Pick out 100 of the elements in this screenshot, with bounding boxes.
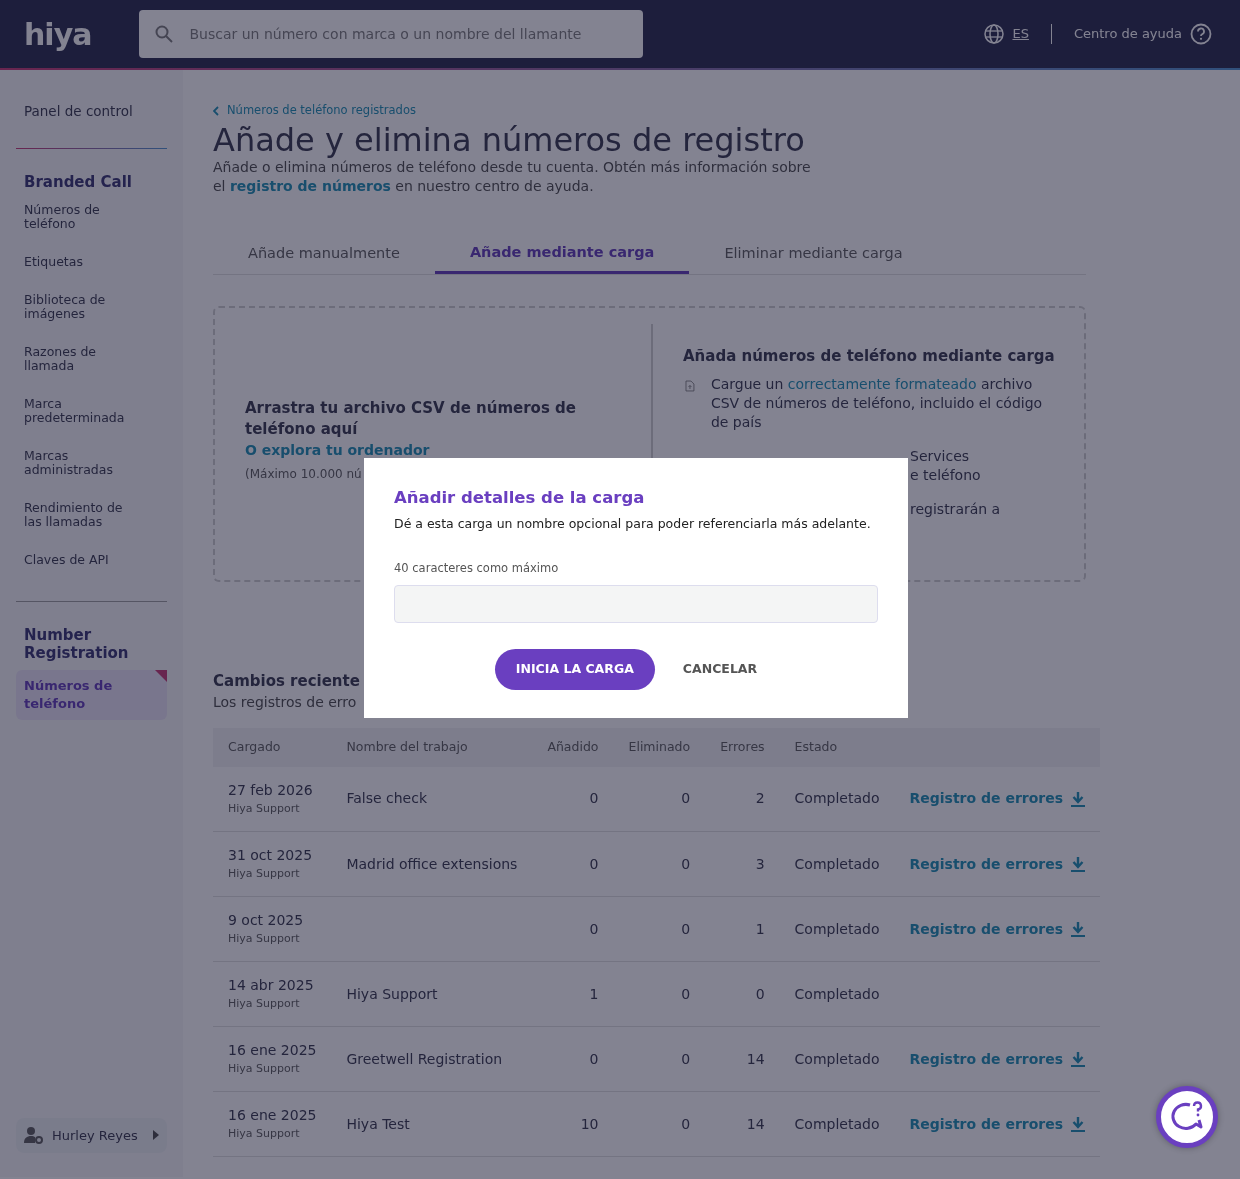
count-text: 10 [580,1115,599,1132]
start-upload-button[interactable]: INICIA LA CARGA [494,648,655,690]
count-text: 2 [755,790,765,807]
sidebar-section-title: Number Registration [23,626,130,662]
user-gear-icon [24,1126,44,1145]
status-text: Completado [794,855,880,872]
job-name: Hiya Support [346,985,438,1002]
uploader-text: Hiya Support [228,1126,301,1143]
job-name: False check [346,790,428,807]
sidebar-item[interactable]: Marca predeterminada [16,393,144,429]
count-text: 1 [589,985,599,1002]
chevron-left-icon [213,106,219,116]
sidebar-item[interactable]: Números de teléfono [16,670,167,720]
job-name: Hiya Test [346,1115,410,1132]
status-text: Completado [794,1115,880,1132]
date-text: 27 feb 2026 [228,781,314,800]
page-title: Añade y elimina números de registro [213,121,806,158]
count-text: 14 [746,1115,765,1132]
error-log-link[interactable]: Registro de errores [909,1113,1086,1135]
download-icon [1071,921,1086,937]
sidebar-item[interactable]: Números de teléfono [16,199,144,235]
browse-link[interactable]: O explora tu ordenador [245,439,430,461]
date-text: 16 ene 2025 [228,1106,317,1126]
status-text: Completado [794,920,880,937]
sidebar-item[interactable]: Rendimiento de las llamadas [16,497,144,533]
uploader-text: Hiya Support [228,801,301,817]
status-text: Completado [794,985,880,1002]
user-menu[interactable]: Hurley Reyes [16,1117,167,1153]
help-link[interactable]: Centro de ayuda [1073,24,1182,44]
tab[interactable]: Añade mediante carga [434,235,690,275]
column-header: Estado [779,727,895,767]
count-text: 0 [681,920,691,937]
date-text: 31 oct 2025 [228,846,314,866]
column-header: Nombre del trabajo [331,727,533,767]
column-header: Eliminado [613,727,706,767]
uploader-text: Hiya Support [228,996,301,1013]
step-text: e teléfono [910,466,982,486]
breadcrumb-link[interactable]: Números de teléfono registrados [213,102,416,120]
chat-button[interactable] [1156,1086,1218,1148]
count-text: 14 [746,1050,765,1067]
section-title: Cambios reciente [213,671,360,693]
count-text: 0 [755,985,765,1002]
cancel-button[interactable]: CANCELAR [662,648,778,690]
language-link[interactable]: ES [1012,24,1029,44]
corner-mark [155,670,167,682]
format-link[interactable]: correctamente formateado [787,376,977,393]
error-log-link[interactable]: Registro de errores [909,853,1086,875]
count-text: 0 [589,790,599,807]
sidebar-item[interactable]: Panel de control [16,100,144,122]
sidebar-item[interactable]: Etiquetas [16,251,144,273]
count-text: 0 [589,920,599,937]
status-text: Completado [794,1050,880,1067]
download-icon [1071,856,1086,872]
dialog-title: Añadir detalles de la carga [394,487,646,509]
count-text: 0 [589,1050,599,1067]
count-text: 0 [681,855,691,872]
count-text: 3 [755,855,765,872]
job-name: Madrid office extensions [346,855,518,872]
error-log-link[interactable]: Registro de errores [909,788,1086,810]
logo[interactable]: hiya [24,11,92,57]
error-log-link[interactable]: Registro de errores [909,918,1086,940]
sidebar-item[interactable]: Marcas administradas [16,445,144,481]
count-text: 0 [681,790,691,807]
sidebar-item[interactable]: Claves de API [16,549,144,571]
column-header: Cargado [213,727,332,767]
column-header: Añadido [532,727,614,767]
globe-icon [984,24,1005,44]
step-text: registrarán a [910,500,1002,520]
download-icon [1071,790,1086,807]
sidebar-item[interactable]: Razones de llamada [16,341,144,377]
field-label: 40 caracteres como máximo [394,559,560,577]
caret-icon [153,1130,159,1141]
help-icon [1190,23,1212,45]
date-text: 16 ene 2025 [228,1041,317,1061]
job-name: Greetwell Registration [346,1050,503,1067]
sidebar-item[interactable]: Biblioteca de imágenes [16,289,144,325]
page-description: Añade o elimina números de teléfono desde tu cuenta. Obtén más información sobre el registro de números en nuestro centro de ayuda. [213,158,812,196]
count-text: 1 [755,920,765,937]
date-text: 14 abr 2025 [228,976,315,996]
tab[interactable]: Eliminar mediante carga [689,235,938,275]
name-input-field[interactable] [394,584,878,623]
sidebar-section-title: Branded Call [23,173,133,191]
download-icon [1071,1051,1086,1067]
count-text: 0 [589,855,599,872]
search-icon [155,25,174,43]
dropzone-title: Arrastra tu archivo CSV de números de teléfono aquí [245,397,577,440]
tab[interactable]: Añade manualmente [213,235,435,275]
info-title: Añada números de teléfono mediante carga [683,346,1056,368]
download-icon [1071,1116,1086,1132]
step-text: Cargue un correctamente formateado archivo CSV de números de teléfono, incluido el código de país [710,375,1044,433]
error-log-link[interactable]: Registro de errores [909,1048,1086,1070]
dialog-description: Dé a esta carga un nombre opcional para poder referenciarla más adelante. [394,514,872,533]
limit-note: (Máximo 10.000 nú [245,465,363,483]
section-subtitle: Los registros de erro [213,692,358,712]
count-text: 0 [681,1115,691,1132]
uploader-text: Hiya Support [228,1061,301,1078]
search-field[interactable]: Buscar un número con marca o un nombre del llamante [139,10,644,58]
count-text: 0 [681,985,691,1002]
uploader-text: Hiya Support [228,866,301,883]
help-link[interactable]: registro de números [229,177,391,194]
